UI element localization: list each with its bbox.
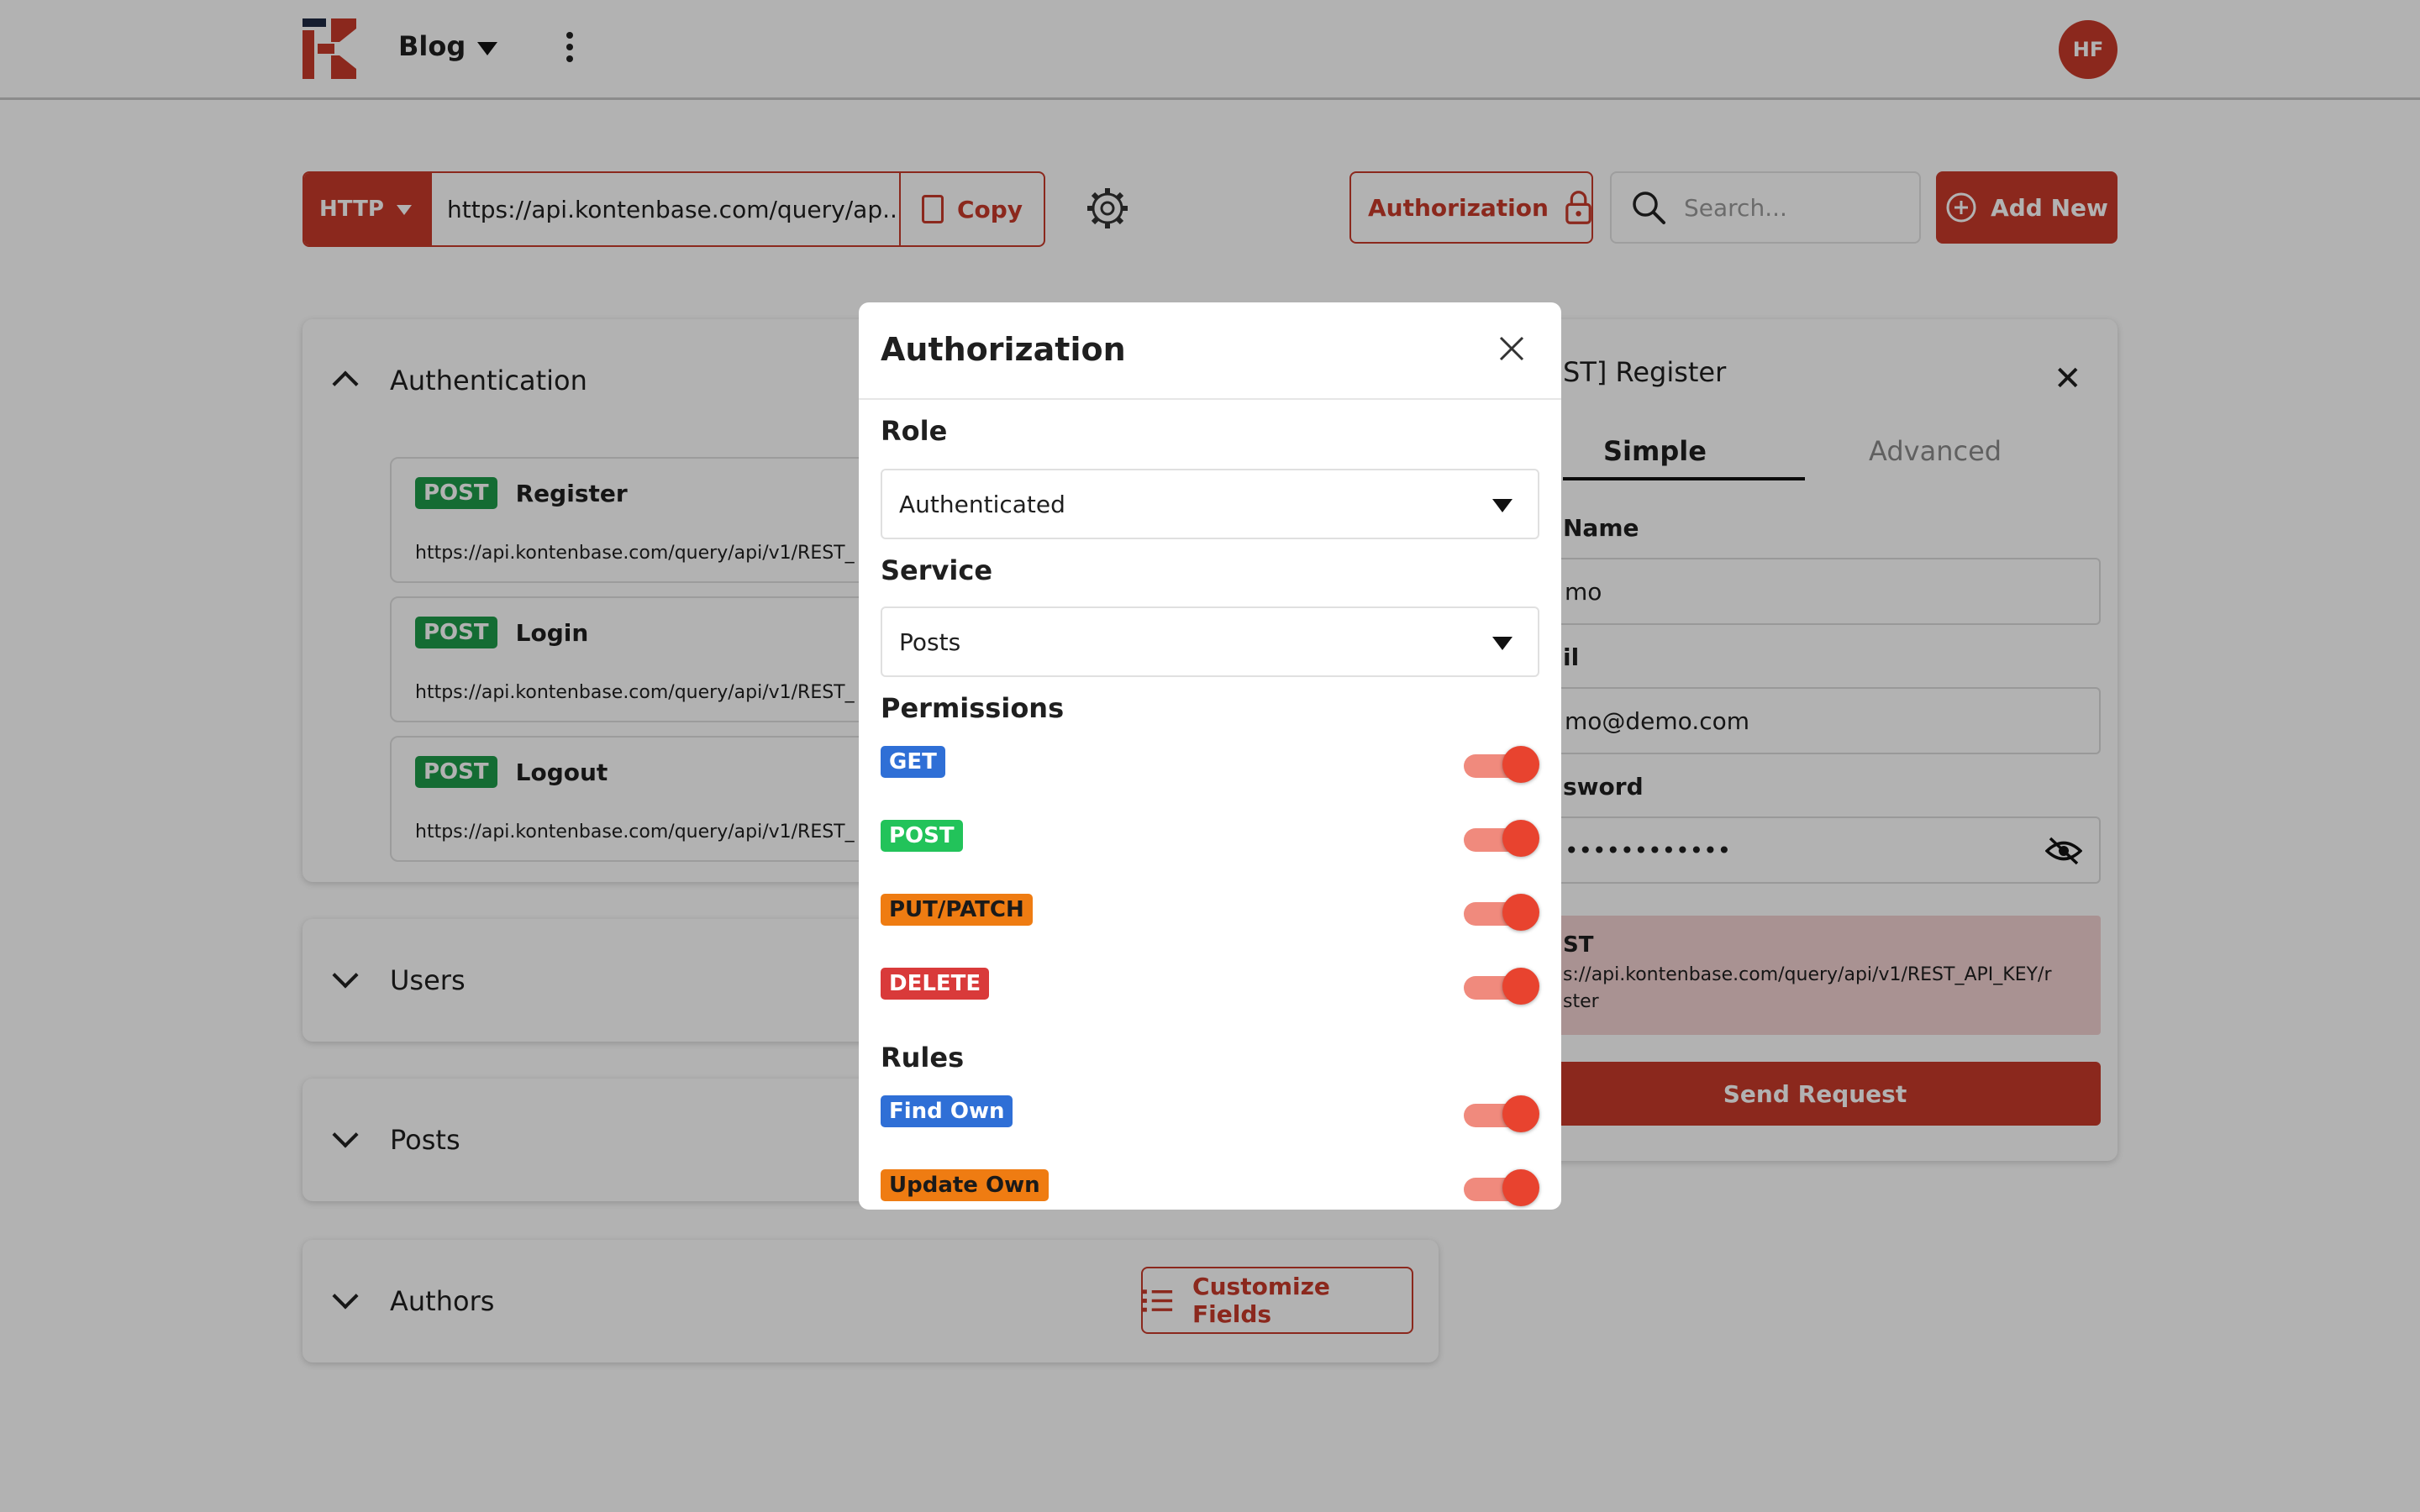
- toggle-delete[interactable]: [1464, 968, 1539, 1005]
- method-badge: PUT/PATCH: [881, 894, 1033, 926]
- chevron-down-icon: [1492, 637, 1512, 650]
- toggle-put-patch[interactable]: [1464, 894, 1539, 931]
- toggle-post[interactable]: [1464, 820, 1539, 857]
- service-label: Service: [881, 554, 993, 586]
- rule-badge: Update Own: [881, 1169, 1049, 1201]
- method-badge: DELETE: [881, 968, 990, 1000]
- close-icon[interactable]: [1496, 333, 1528, 365]
- permission-row-put-patch: PUT/PATCH: [881, 894, 1539, 931]
- permission-row-get: GET: [881, 746, 1539, 783]
- modal-title: Authorization: [881, 331, 1126, 368]
- toggle-get[interactable]: [1464, 746, 1539, 783]
- authorization-modal: Authorization Role Authenticated Service…: [859, 302, 1561, 1210]
- chevron-down-icon: [1492, 499, 1512, 512]
- role-value: Authenticated: [899, 490, 1065, 518]
- rule-row-update-own: Update Own: [881, 1169, 1539, 1206]
- service-value: Posts: [899, 627, 961, 656]
- app-background: Blog HF HTTP https://api.kontenbase.com/…: [0, 0, 2420, 1512]
- role-select[interactable]: Authenticated: [881, 469, 1539, 539]
- rules-label: Rules: [881, 1042, 965, 1074]
- rule-badge: Find Own: [881, 1095, 1013, 1127]
- rule-row-find-own: Find Own: [881, 1095, 1539, 1132]
- service-select[interactable]: Posts: [881, 606, 1539, 677]
- divider: [859, 398, 1561, 400]
- toggle-find-own[interactable]: [1464, 1095, 1539, 1132]
- method-badge: GET: [881, 746, 945, 778]
- method-badge: POST: [881, 820, 963, 852]
- role-label: Role: [881, 415, 948, 447]
- permissions-label: Permissions: [881, 692, 1065, 724]
- toggle-update-own[interactable]: [1464, 1169, 1539, 1206]
- permission-row-post: POST: [881, 820, 1539, 857]
- permission-row-delete: DELETE: [881, 968, 1539, 1005]
